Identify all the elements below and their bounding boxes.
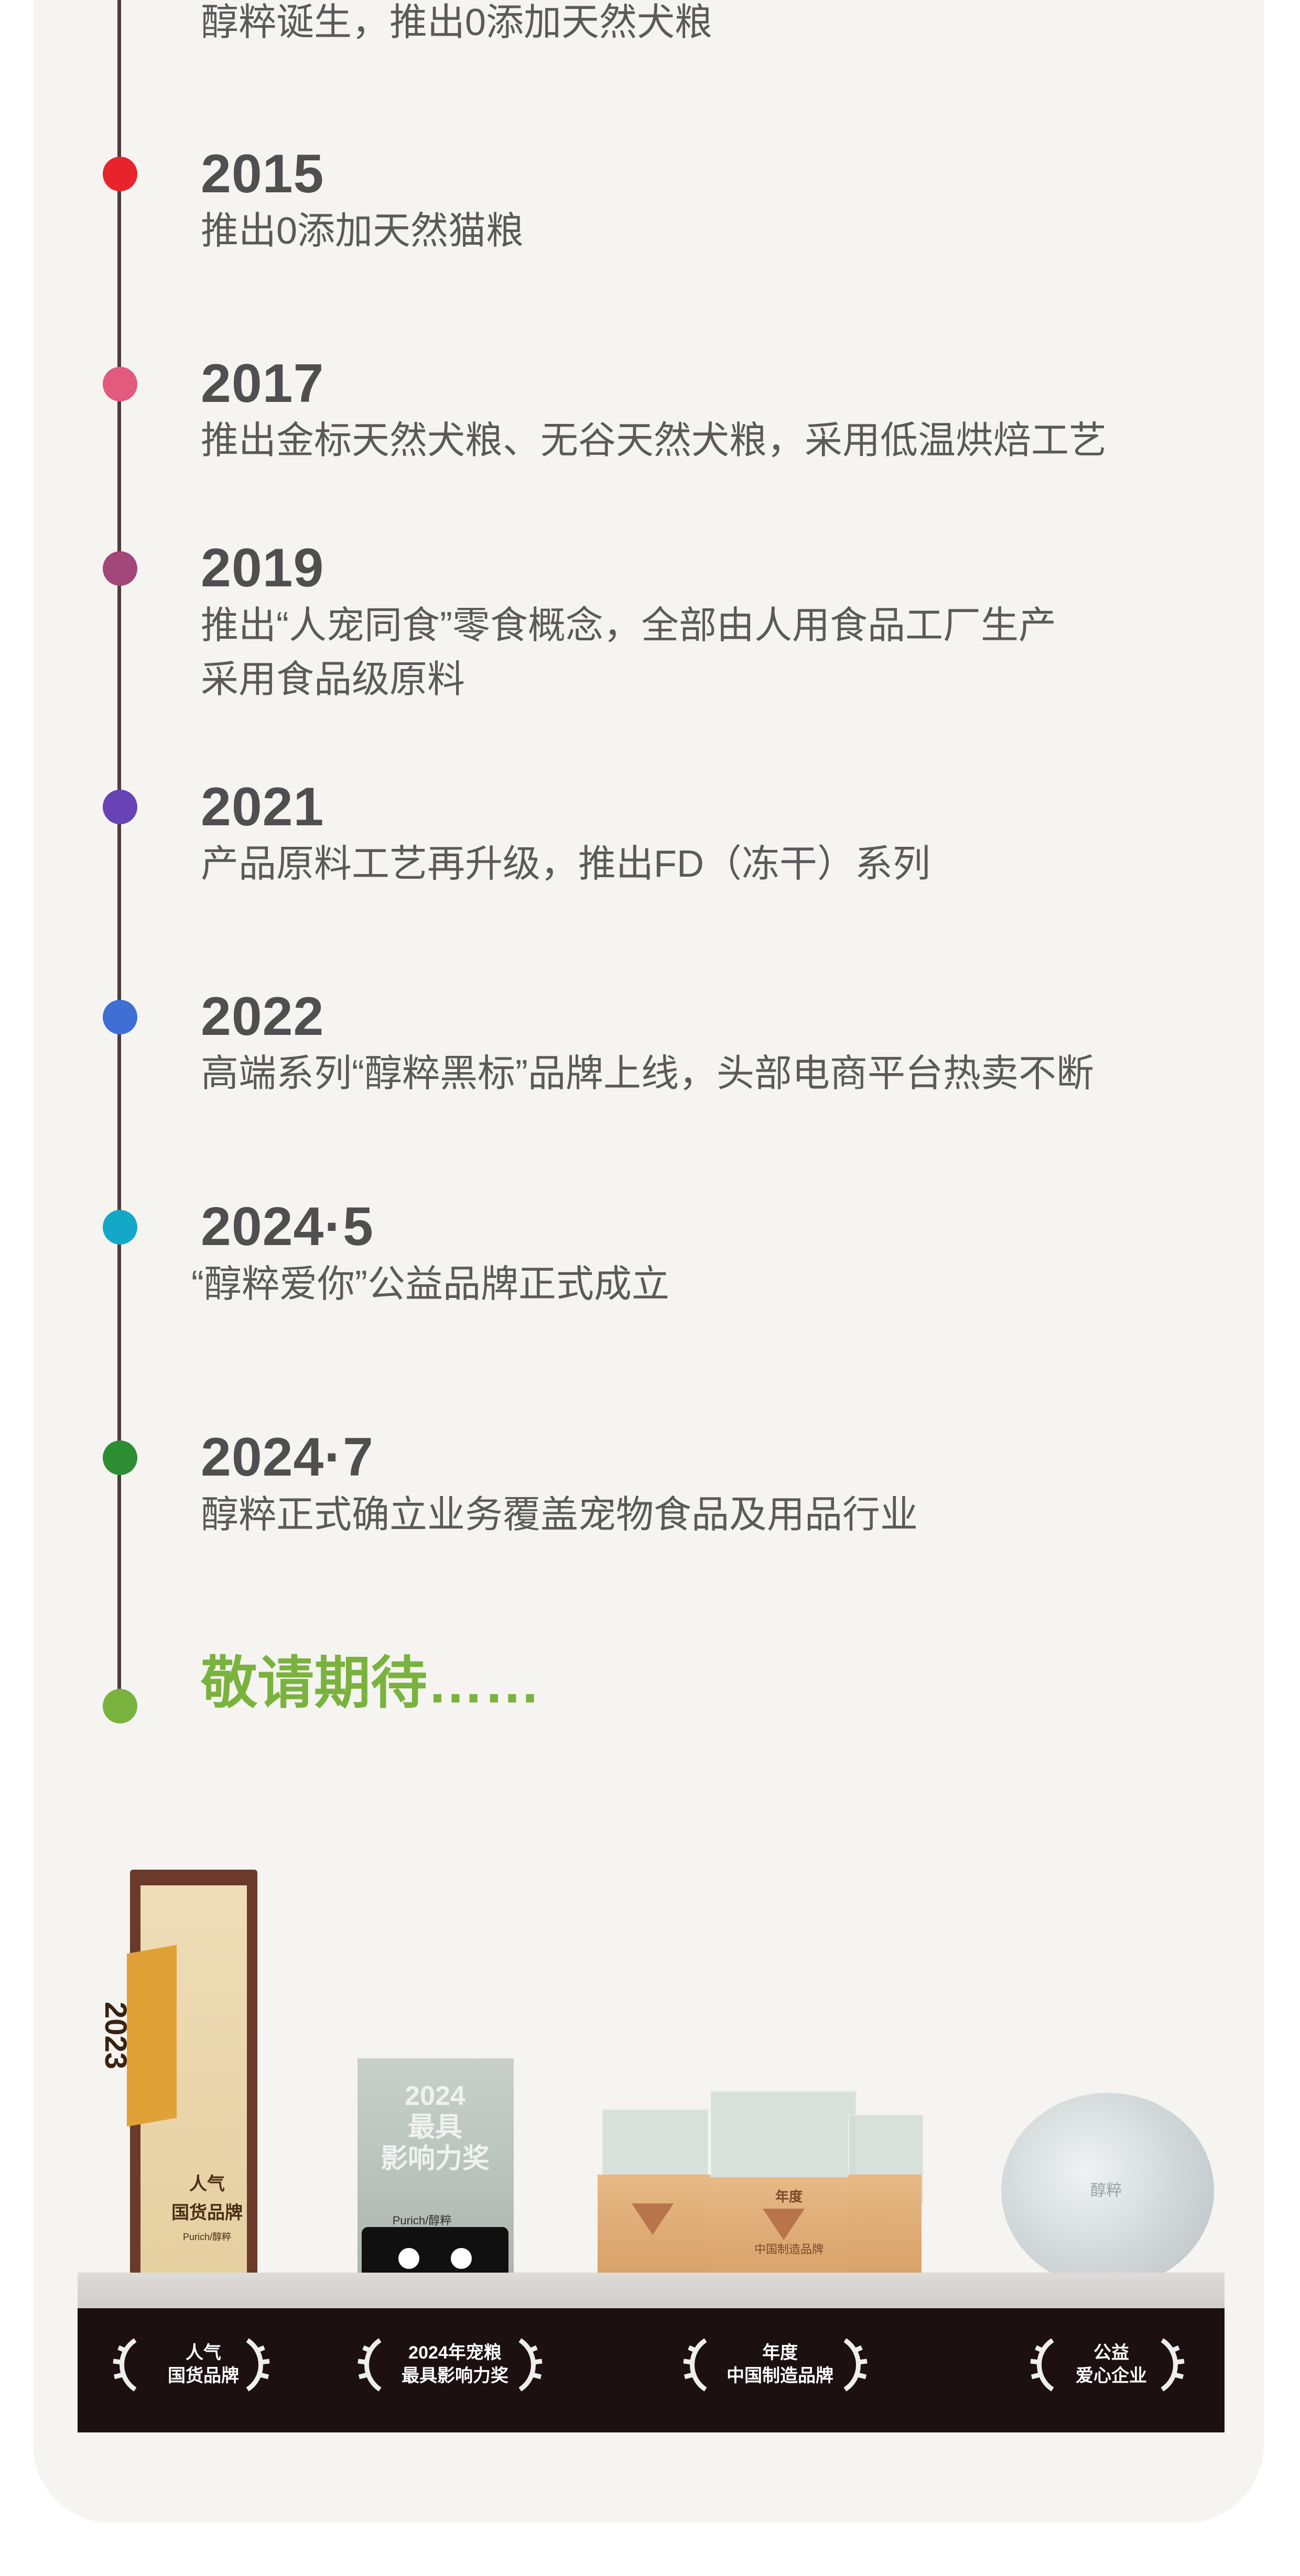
timeline-year: 2017 [201, 353, 324, 414]
trophy-text: 年度 [775, 2189, 803, 2204]
trophy-line: 影响力奖 [380, 2144, 490, 2174]
coming-soon-text: 敬请期待…… [201, 1651, 541, 1715]
trophy-year-ribbon [127, 1945, 177, 2127]
trophy-triangle-mark [763, 2209, 805, 2240]
cat-eye-icon [451, 2248, 472, 2269]
display-shelf-top [78, 2273, 1225, 2309]
timeline-dot-2024-7 [103, 1440, 137, 1475]
trophy-line: 最具 [407, 2112, 462, 2143]
timeline-dot-final [103, 1689, 137, 1723]
timeline-desc-line2: 采用食品级原料 [201, 659, 465, 701]
trophy-text: 国货品牌 [171, 2203, 243, 2223]
trophy-triangle-mark [632, 2203, 674, 2235]
award-label-2: 2024年宠粮 最具影响力奖 [376, 2341, 534, 2387]
timeline-dot-2017 [103, 367, 137, 401]
laurel-right-icon [1156, 2336, 1187, 2394]
timeline-line [117, 0, 121, 1693]
timeline-year: 2019 [201, 538, 324, 598]
timeline-desc-origin: 醇粹诞生，推出0添加天然犬粮 [201, 2, 713, 43]
timeline-year: 2015 [201, 144, 324, 204]
timeline-dot-2019 [103, 551, 137, 586]
timeline-year: 2024·7 [201, 1427, 374, 1488]
trophy-brand: Purich/醇粹 [182, 2232, 232, 2242]
timeline-dot-2024-5 [103, 1210, 137, 1245]
timeline-desc: 高端系列“醇粹黑标”品牌上线，头部电商平台热卖不断 [201, 1053, 1094, 1095]
timeline-desc: “醇粹爱你”公益品牌正式成立 [191, 1263, 669, 1305]
timeline-year: 2021 [201, 777, 324, 837]
trophy-brand: Purich/醇粹 [392, 2214, 452, 2227]
laurel-right-icon [241, 2336, 273, 2394]
timeline-dot-2021 [103, 790, 137, 824]
trophy-text: 2024 最具 影响力奖 [372, 2080, 498, 2175]
trophy-text: 醇粹 [1090, 2182, 1122, 2199]
timeline-year: 2022 [201, 986, 324, 1047]
award-line: 2024年宠粮 [408, 2343, 502, 2363]
trophy-year: 2023 [99, 2002, 133, 2070]
award-line: 中国制造品牌 [727, 2366, 833, 2386]
laurel-right-icon [839, 2336, 870, 2394]
timeline-dot-2022 [103, 1000, 137, 1034]
timeline-desc: 醇粹正式确立业务覆盖宠物食品及用品行业 [201, 1494, 918, 1536]
cat-eye-icon [398, 2248, 419, 2269]
timeline-desc: 产品原料工艺再升级，推出FD（冻干）系列 [201, 843, 930, 885]
laurel-right-icon [514, 2336, 545, 2394]
award-label-3: 年度 中国制造品牌 [701, 2341, 859, 2387]
trophy-year: 2024 [405, 2081, 465, 2111]
award-line: 年度 [762, 2343, 798, 2363]
trophy-text: 中国制造品牌 [754, 2243, 824, 2256]
trophy-text: 人气 [189, 2174, 225, 2194]
timeline-desc: 推出金标天然犬粮、无谷天然犬粮，采用低温烘焙工艺 [201, 420, 1107, 462]
timeline-desc: 推出“人宠同食”零食概念，全部由人用食品工厂生产 [201, 605, 1056, 647]
award-line: 最具影响力奖 [402, 2366, 508, 2386]
timeline-dot-2015 [103, 157, 137, 191]
timeline-year: 2024·5 [201, 1196, 374, 1257]
timeline-desc: 推出0添加天然猫粮 [201, 210, 524, 252]
